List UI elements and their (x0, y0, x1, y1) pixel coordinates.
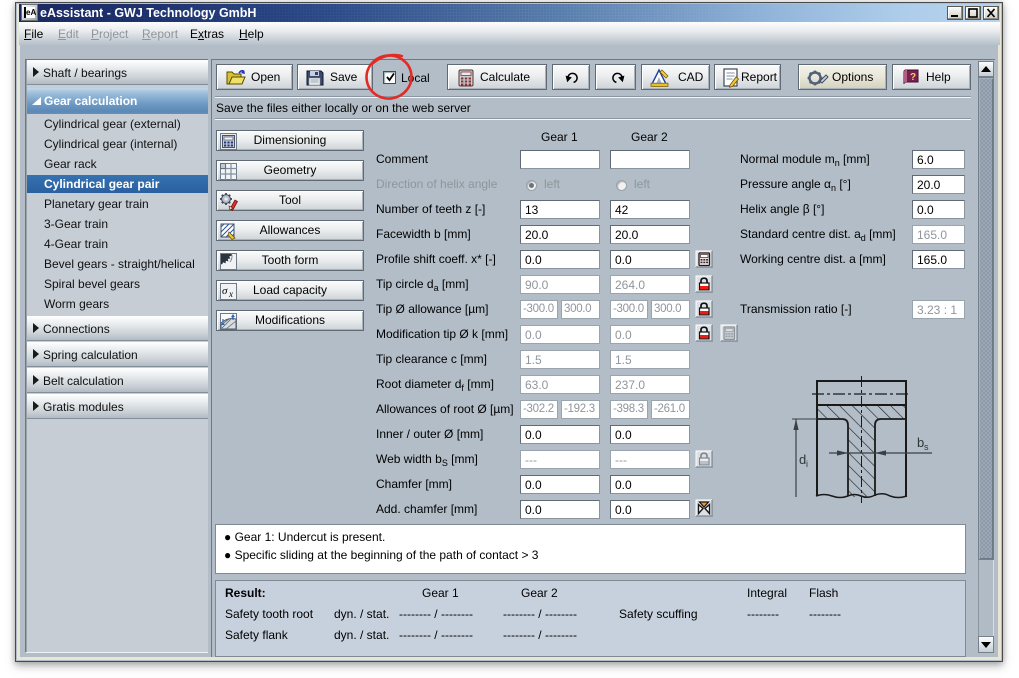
svg-text:s: s (924, 442, 929, 452)
svg-text:?: ? (910, 72, 916, 83)
svg-text:σ: σ (222, 285, 228, 297)
svg-text:i: i (806, 459, 808, 469)
svg-text:x: x (228, 289, 233, 299)
